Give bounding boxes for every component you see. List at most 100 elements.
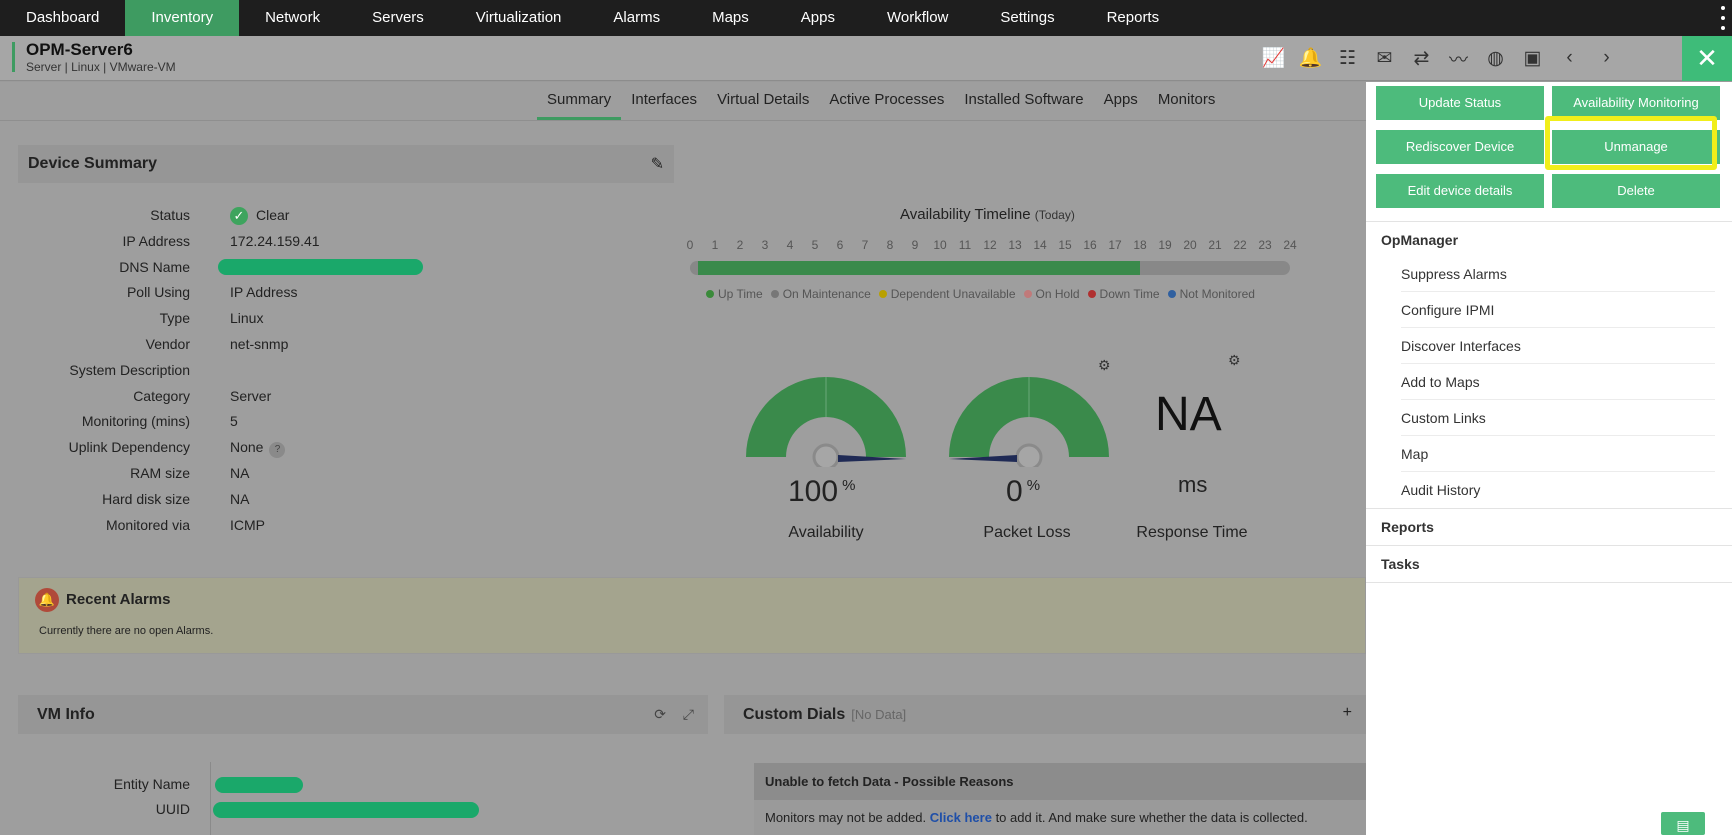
tab-summary[interactable]: Summary [537,82,622,120]
summary-row: Hard disk size NA [0,486,620,512]
nav-maps[interactable]: Maps [686,0,775,36]
legend-item: Dependent Unavailable [878,287,1016,301]
refresh-icon[interactable]: ⟳ [654,706,666,723]
summary-row: Vendor net-snmp [0,331,620,357]
vm-info-header: VM Info ⟳ ⤢ [18,695,708,734]
prev-icon[interactable]: ‹ [1551,44,1588,72]
summary-value: NA [230,464,250,481]
timeline-bar[interactable] [690,261,1290,275]
globe-icon[interactable]: ◍ [1477,44,1514,72]
sync-icon[interactable]: ⇄ [1403,44,1440,72]
device-actions-menu: Update Status Availability Monitoring Re… [1366,82,1732,835]
timeline-period: (Today) [1034,208,1075,222]
vm-row: Entity Name [0,774,620,799]
availability-unit: % [842,477,856,494]
nav-dashboard[interactable]: Dashboard [0,0,125,36]
nav-reports[interactable]: Reports [1081,0,1186,36]
timeline-hour-label: 5 [811,238,819,252]
tasks-section-title[interactable]: Tasks [1381,556,1420,572]
map-item[interactable]: Map [1401,436,1715,472]
click-here-link[interactable]: Click here [930,810,992,825]
nav-apps[interactable]: Apps [775,0,861,36]
legend-item: On Hold [1023,287,1080,301]
response-time-label: Response Time [1136,524,1248,541]
availability-number: 100 [788,475,839,508]
uptime-segment [698,261,1140,275]
tab-virtual-details[interactable]: Virtual Details [707,82,819,120]
timeline-hour-label: 7 [861,238,869,252]
custom-links-item[interactable]: Custom Links [1401,400,1715,436]
packet-loss-value: 0% [1006,475,1040,509]
nav-workflow[interactable]: Workflow [861,0,974,36]
help-icon[interactable]: ? [269,442,286,459]
graph-icon[interactable]: 〰 [1440,44,1477,72]
edit-icon[interactable]: ✎ [651,154,664,174]
status-value: Clear [256,207,290,223]
mail-icon[interactable]: ✉ [1366,44,1403,72]
network-tree-icon[interactable]: ☷ [1329,44,1366,72]
device-summary-title: Device Summary [28,155,157,172]
more-menu-icon[interactable] [1720,6,1726,30]
nav-settings[interactable]: Settings [974,0,1080,36]
suppress-alarms-item[interactable]: Suppress Alarms [1401,256,1715,292]
availability-monitoring-button[interactable]: Availability Monitoring [1552,86,1720,120]
device-subtitle: Server | Linux | VMware-VM [26,60,176,74]
vm-row: UUID [0,799,620,824]
timeline-hour-label: 0 [686,238,694,252]
nav-virtualization[interactable]: Virtualization [450,0,588,36]
timeline-hour-label: 24 [1283,238,1297,252]
edit-device-details-button[interactable]: Edit device details [1376,174,1544,208]
opmanager-section-title: OpManager [1381,232,1459,248]
top-nav: Dashboard Inventory Network Servers Virt… [0,0,1732,36]
packet-loss-label: Packet Loss [983,524,1071,541]
unmanage-button[interactable]: Unmanage [1552,130,1720,164]
availability-value: 100% [788,475,855,509]
alarm-icon[interactable]: 🔔 [1292,44,1329,72]
audit-history-item[interactable]: Audit History [1401,472,1715,508]
discover-interfaces-item[interactable]: Discover Interfaces [1401,328,1715,364]
summary-row: Status ✓ Clear [0,202,620,228]
device-toolbar: 📈 🔔 ☷ ✉ ⇄ 〰 ◍ ▣ ‹ › [1255,44,1625,72]
dial-settings-icon[interactable]: ⚙ [1098,357,1111,374]
summary-label: Type [159,310,190,327]
terminal-icon[interactable]: ▣ [1514,44,1551,72]
nav-inventory[interactable]: Inventory [125,0,240,36]
timeline-hour-label: 22 [1233,238,1247,252]
timeline-hour-label: 21 [1208,238,1222,252]
nav-alarms[interactable]: Alarms [587,0,686,36]
configure-ipmi-item[interactable]: Configure IPMI [1401,292,1715,328]
legend-item: On Maintenance [770,287,871,301]
menu-divider [1366,508,1732,509]
tab-installed-software[interactable]: Installed Software [954,82,1093,120]
chat-icon[interactable]: ▤ [1661,812,1705,835]
menu-divider [1366,545,1732,546]
dial-settings-icon[interactable]: ⚙ [1228,352,1241,369]
expand-icon[interactable]: ⤢ [683,706,694,723]
fetch-error-panel: Unable to fetch Data - Possible Reasons … [754,763,1366,835]
rediscover-device-button[interactable]: Rediscover Device [1376,130,1544,164]
timeline-hour-label: 19 [1158,238,1172,252]
reports-section-title[interactable]: Reports [1381,519,1434,535]
uplink-value: None [230,439,264,456]
summary-label: Status [150,207,190,223]
timeline-hour-label: 4 [786,238,794,252]
tab-monitors[interactable]: Monitors [1148,82,1226,120]
timeline-title: Availability Timeline (Today) [900,206,1075,223]
legend-item: Down Time [1087,287,1160,301]
nav-servers[interactable]: Servers [346,0,450,36]
custom-dials-note: [No Data] [851,707,907,722]
chart-icon[interactable]: 📈 [1255,44,1292,72]
add-to-maps-item[interactable]: Add to Maps [1401,364,1715,400]
add-icon[interactable]: + [1343,704,1352,722]
nav-network[interactable]: Network [239,0,346,36]
tab-interfaces[interactable]: Interfaces [621,82,707,120]
tab-apps[interactable]: Apps [1094,82,1148,120]
close-icon[interactable]: ✕ [1682,36,1732,81]
no-alarms-message: Currently there are no open Alarms. [39,625,214,637]
summary-value: 5 [230,413,238,430]
next-icon[interactable]: › [1588,44,1625,72]
availability-label: Availability [788,524,864,541]
update-status-button[interactable]: Update Status [1376,86,1544,120]
tab-active-processes[interactable]: Active Processes [819,82,954,120]
delete-button[interactable]: Delete [1552,174,1720,208]
